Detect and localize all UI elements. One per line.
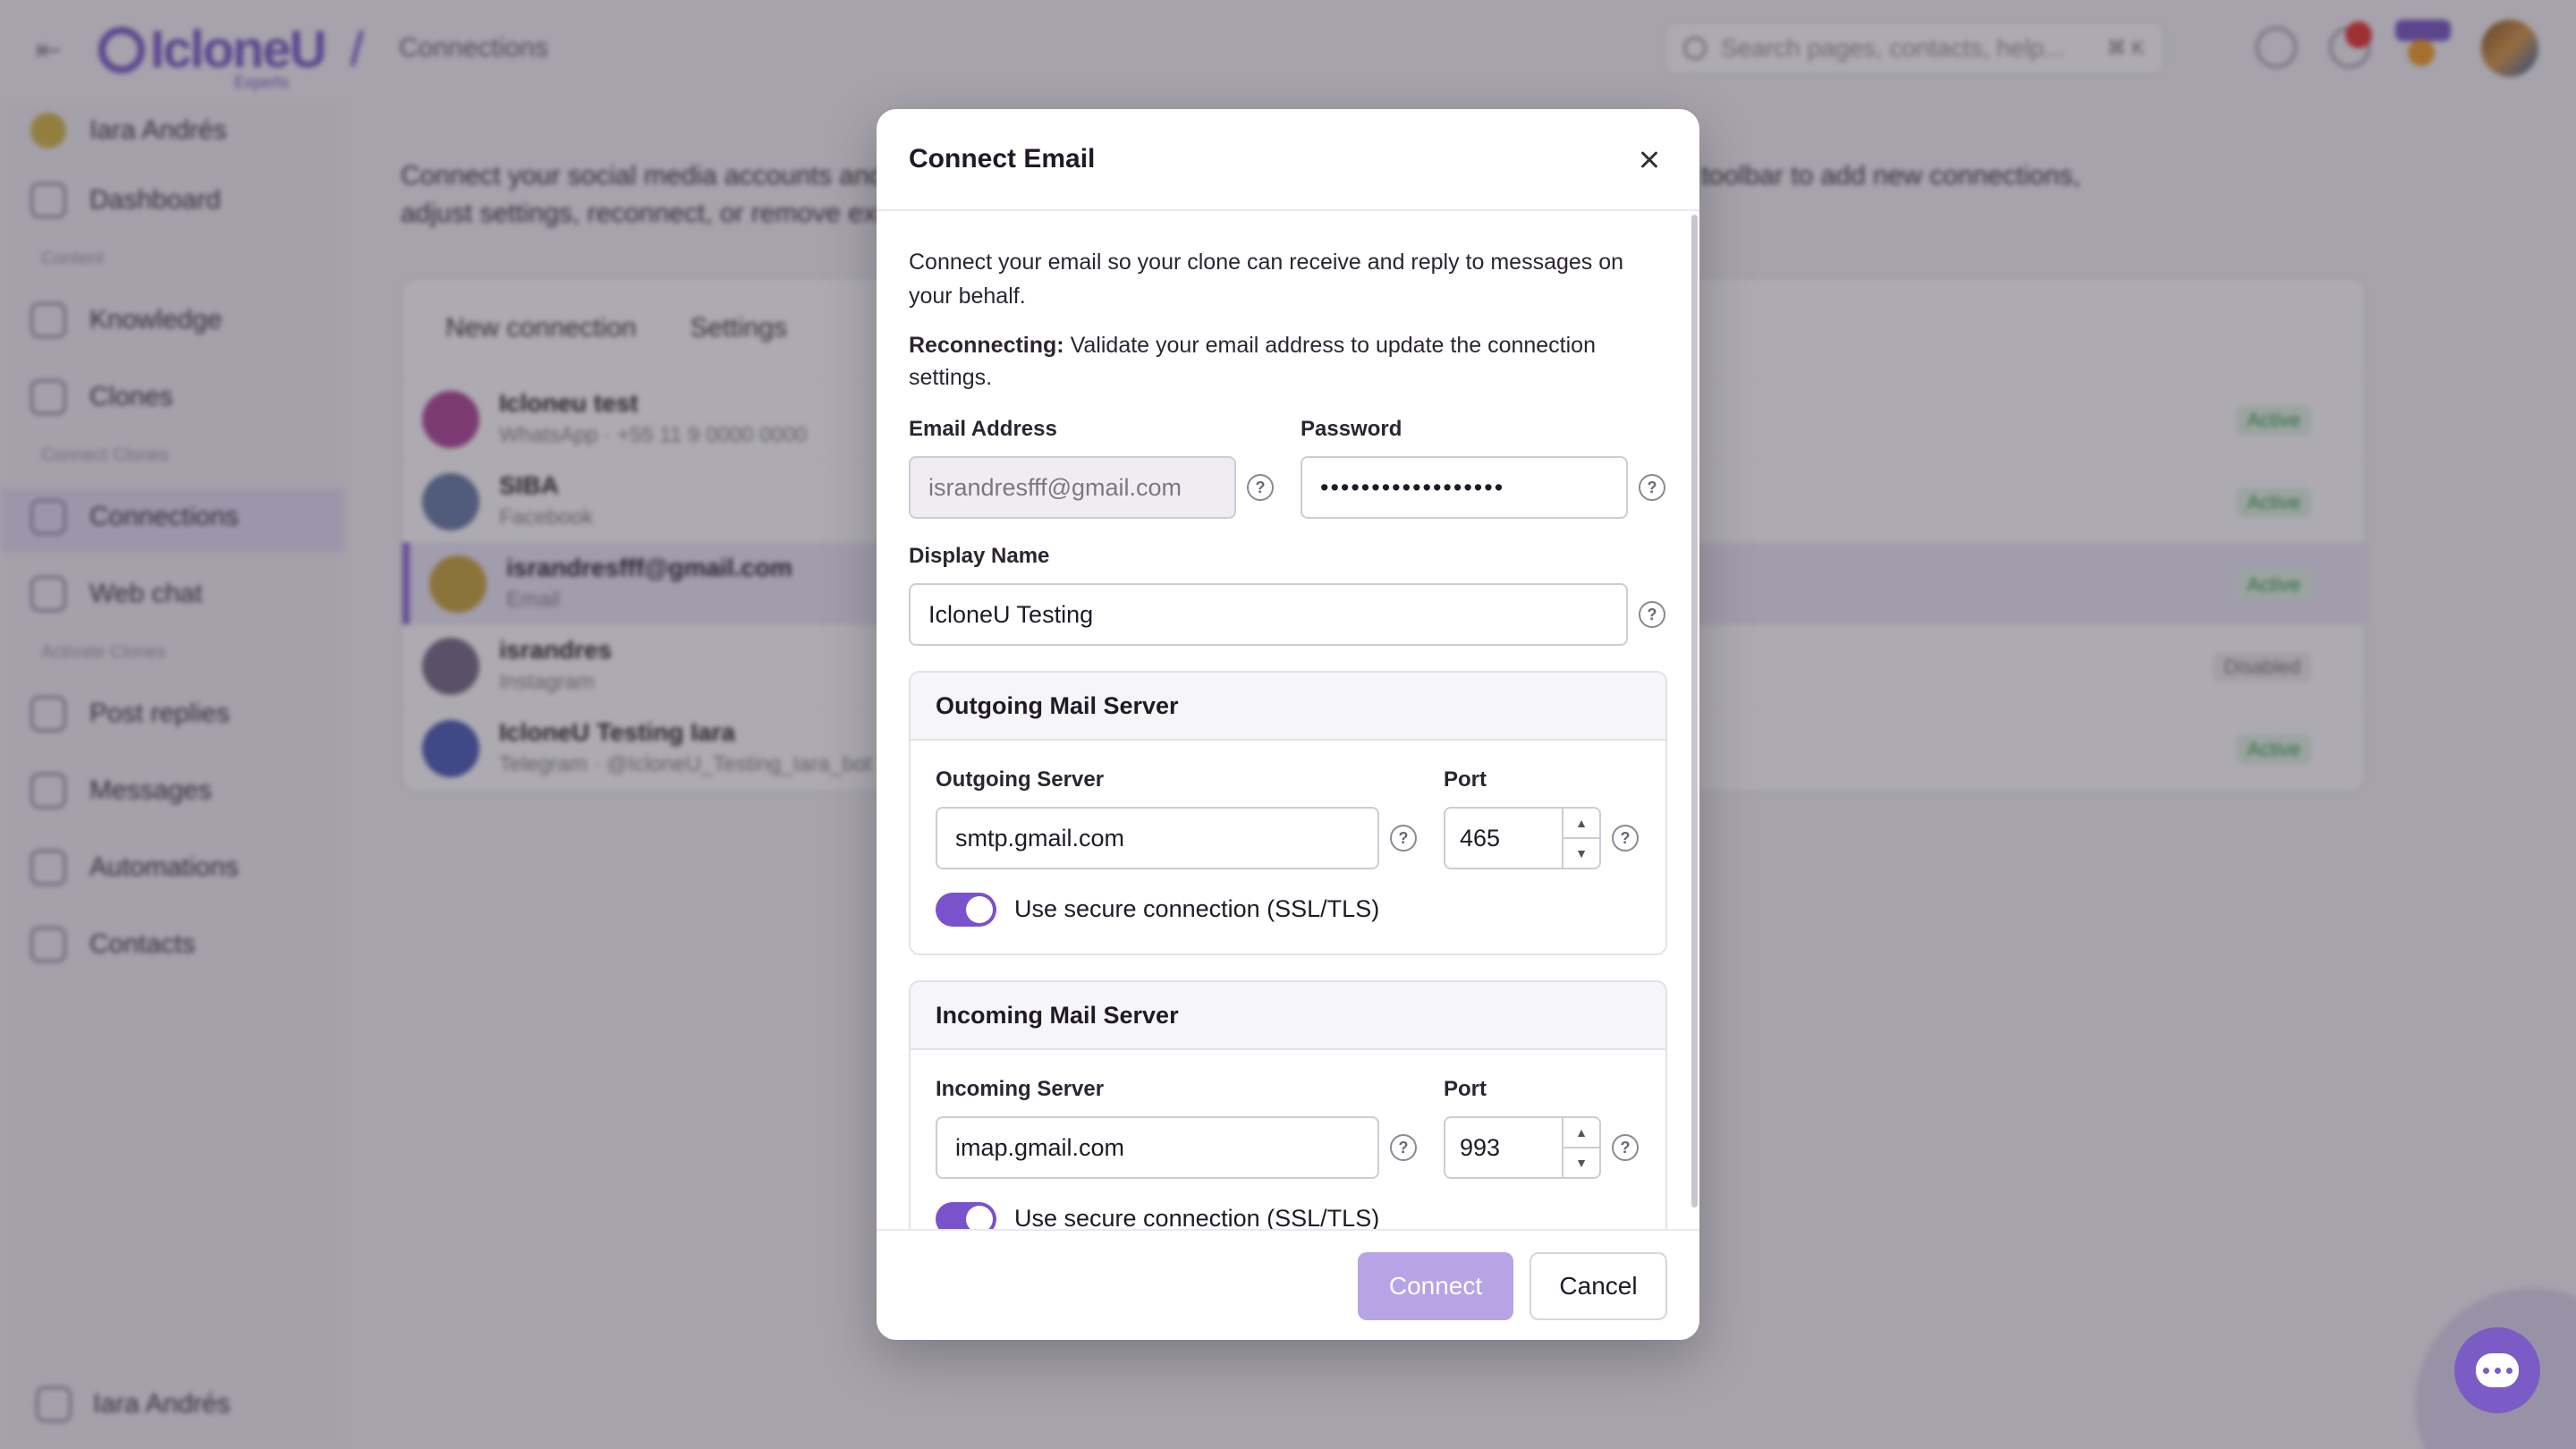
outgoing-port-value[interactable]: 465: [1445, 809, 1562, 868]
incoming-server-help-icon[interactable]: ?: [1390, 1134, 1417, 1161]
outgoing-server-help-icon[interactable]: ?: [1390, 825, 1417, 852]
outgoing-server-label: Outgoing Server: [936, 767, 1105, 792]
toggle-knob: [966, 896, 993, 923]
incoming-port-stepper[interactable]: 993 ▲ ▼: [1444, 1116, 1601, 1179]
password-field[interactable]: ••••••••••••••••••: [1301, 456, 1628, 519]
display-name-field[interactable]: IcloneU Testing: [909, 583, 1628, 646]
outgoing-port-help-icon[interactable]: ?: [1612, 825, 1639, 852]
dialog-intro: Connect your email so your clone can rec…: [909, 250, 1624, 309]
incoming-server-label: Incoming Server: [936, 1077, 1105, 1101]
dialog-footer: Connect Cancel: [877, 1229, 1699, 1340]
incoming-section-title: Incoming Mail Server: [911, 982, 1665, 1050]
email-help-icon[interactable]: ?: [1247, 474, 1274, 501]
stepper-buttons: ▲ ▼: [1562, 809, 1599, 868]
connect-email-dialog: Connect Email Connect your email so your…: [877, 109, 1699, 1340]
reconnect-label: Reconnecting:: [909, 333, 1064, 358]
incoming-server-field[interactable]: imap.gmail.com: [936, 1116, 1379, 1179]
email-label: Email Address: [909, 417, 1057, 441]
password-label: Password: [1301, 417, 1402, 441]
display-name-help-icon[interactable]: ?: [1639, 601, 1665, 628]
incoming-port-label: Port: [1444, 1077, 1487, 1101]
close-icon[interactable]: [1631, 141, 1667, 177]
incoming-port-value[interactable]: 993: [1445, 1118, 1562, 1177]
cancel-button[interactable]: Cancel: [1530, 1252, 1667, 1320]
outgoing-server-field[interactable]: smtp.gmail.com: [936, 807, 1379, 869]
stepper-buttons: ▲ ▼: [1562, 1118, 1599, 1177]
display-name-label: Display Name: [909, 544, 1050, 568]
dialog-header: Connect Email: [877, 109, 1699, 211]
connect-button[interactable]: Connect: [1358, 1252, 1513, 1320]
outgoing-ssl-toggle[interactable]: [936, 893, 996, 927]
password-help-icon[interactable]: ?: [1639, 474, 1665, 501]
outgoing-port-label: Port: [1444, 767, 1487, 792]
chat-bubble-icon: [2476, 1353, 2519, 1387]
reconnect-note: Reconnecting: Validate your email addres…: [909, 329, 1678, 394]
chevron-down-icon[interactable]: ▼: [1563, 837, 1599, 868]
outgoing-ssl-label: Use secure connection (SSL/TLS): [1014, 895, 1380, 922]
chat-launcher-button[interactable]: [2454, 1327, 2540, 1413]
incoming-port-help-icon[interactable]: ?: [1612, 1134, 1639, 1161]
dialog-title: Connect Email: [909, 144, 1096, 174]
chevron-up-icon[interactable]: ▲: [1563, 809, 1599, 837]
chevron-down-icon[interactable]: ▼: [1563, 1147, 1599, 1177]
outgoing-port-stepper[interactable]: 465 ▲ ▼: [1444, 807, 1601, 869]
chevron-up-icon[interactable]: ▲: [1563, 1118, 1599, 1147]
outgoing-section-title: Outgoing Mail Server: [911, 673, 1665, 741]
dialog-scrollbar[interactable]: [1691, 215, 1698, 1208]
email-field: israndresfff@gmail.com: [909, 456, 1236, 519]
